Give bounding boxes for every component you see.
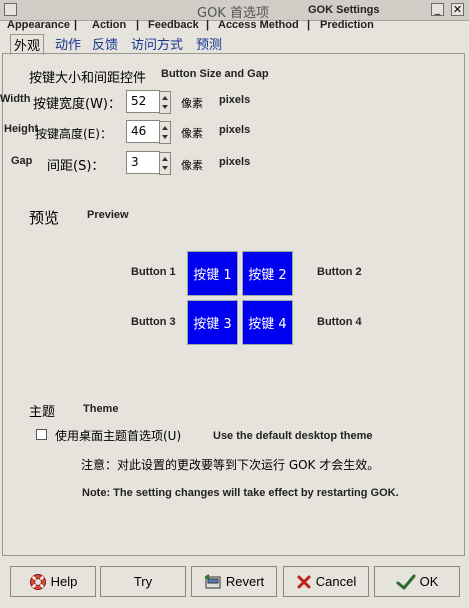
width-unit-en: pixels bbox=[219, 94, 251, 106]
height-spin-arrows[interactable] bbox=[159, 121, 171, 144]
close-button[interactable]: ✕ bbox=[451, 3, 464, 16]
gap-spin-arrows[interactable] bbox=[159, 152, 171, 175]
cancel-button[interactable]: Cancel bbox=[283, 566, 369, 597]
theme-checkbox-label-en: Use the default desktop theme bbox=[213, 430, 373, 442]
menu-en-appearance: Appearance bbox=[7, 19, 70, 31]
tab-appearance[interactable]: 外观 bbox=[10, 34, 45, 55]
cancel-x-icon bbox=[297, 575, 311, 588]
gap-spinner[interactable]: 3 bbox=[126, 151, 171, 175]
preview-button-2: 按键 2 bbox=[242, 251, 293, 296]
height-unit-en: pixels bbox=[219, 124, 251, 136]
tab-action[interactable]: 动作 bbox=[52, 34, 84, 54]
height-label: 按键高度(E)： bbox=[35, 127, 112, 141]
width-spin-arrows[interactable] bbox=[159, 91, 171, 114]
height-unit: 像素 bbox=[181, 127, 203, 140]
height-row: Height 按键高度(E)： 46 像素 pixels bbox=[0, 120, 469, 144]
tab-access-method[interactable]: 访问方式 bbox=[128, 34, 186, 54]
button4-label-en: Button 4 bbox=[317, 316, 362, 328]
gap-label-en: Gap bbox=[11, 155, 33, 167]
theme-heading: 主题 bbox=[29, 405, 56, 420]
width-row: Width 按键宽度(W)： 52 像素 pixels bbox=[0, 90, 469, 114]
gap-row: Gap 间距(S)： 3 像素 pixels bbox=[0, 151, 469, 175]
theme-note-en: Note: The setting changes will take effe… bbox=[82, 487, 399, 499]
menu-en-access-method: Access Method bbox=[218, 19, 299, 31]
size-heading: 按键大小和间距控件 bbox=[29, 71, 147, 86]
ok-button-label: OK bbox=[419, 574, 439, 589]
ok-checkmark-icon bbox=[396, 574, 416, 589]
gap-unit: 像素 bbox=[181, 159, 203, 172]
menu-en-feedback: Feedback bbox=[148, 19, 199, 31]
width-label: 按键宽度(W)： bbox=[33, 97, 121, 112]
revert-button-label: Revert bbox=[225, 574, 265, 589]
gap-label: 间距(S)： bbox=[47, 159, 105, 174]
width-spinner[interactable]: 52 bbox=[126, 90, 171, 114]
preview-heading: 预览 bbox=[29, 209, 60, 227]
theme-checkbox[interactable] bbox=[36, 429, 47, 440]
try-button-label: Try bbox=[133, 574, 153, 589]
width-unit: 像素 bbox=[181, 97, 203, 110]
ok-button[interactable]: OK bbox=[374, 566, 460, 597]
gap-unit-en: pixels bbox=[219, 156, 251, 168]
menu-en-prediction: Prediction bbox=[320, 19, 374, 31]
window-title-en: GOK Settings bbox=[308, 4, 380, 16]
gap-value[interactable]: 3 bbox=[131, 155, 139, 169]
button2-label-en: Button 2 bbox=[317, 266, 362, 278]
revert-icon bbox=[204, 573, 221, 588]
window-menu-button[interactable] bbox=[4, 3, 17, 16]
theme-checkbox-label[interactable]: 使用桌面主题首选项(U) bbox=[55, 427, 181, 444]
theme-note: 注意：对此设置的更改要等到下次运行 GOK 才会生效。 bbox=[81, 458, 380, 472]
height-spinner[interactable]: 46 bbox=[126, 120, 171, 144]
preview-button-1: 按键 1 bbox=[187, 251, 238, 296]
minimize-button[interactable]: _ bbox=[431, 3, 444, 16]
button1-label-en: Button 1 bbox=[131, 266, 176, 278]
help-lifebuoy-icon bbox=[29, 573, 46, 590]
preview-button-3: 按键 3 bbox=[187, 300, 238, 345]
tab-prediction[interactable]: 预测 bbox=[193, 34, 225, 54]
help-button[interactable]: Help bbox=[10, 566, 96, 597]
menu-en-action: Action bbox=[92, 19, 127, 31]
try-button[interactable]: Try bbox=[100, 566, 186, 597]
help-button-label: Help bbox=[50, 574, 78, 589]
cancel-button-label: Cancel bbox=[315, 574, 357, 589]
height-label-en: Height bbox=[4, 123, 39, 135]
width-label-en: Width bbox=[0, 93, 31, 105]
button3-label-en: Button 3 bbox=[131, 316, 176, 328]
height-value[interactable]: 46 bbox=[131, 124, 146, 138]
width-value[interactable]: 52 bbox=[131, 94, 146, 108]
preview-heading-en: Preview bbox=[87, 209, 129, 221]
tab-feedback[interactable]: 反馈 bbox=[89, 34, 121, 54]
size-heading-en: Button Size and Gap bbox=[161, 68, 269, 80]
revert-button[interactable]: Revert bbox=[191, 566, 277, 597]
theme-heading-en: Theme bbox=[83, 403, 119, 415]
preview-button-4: 按键 4 bbox=[242, 300, 293, 345]
